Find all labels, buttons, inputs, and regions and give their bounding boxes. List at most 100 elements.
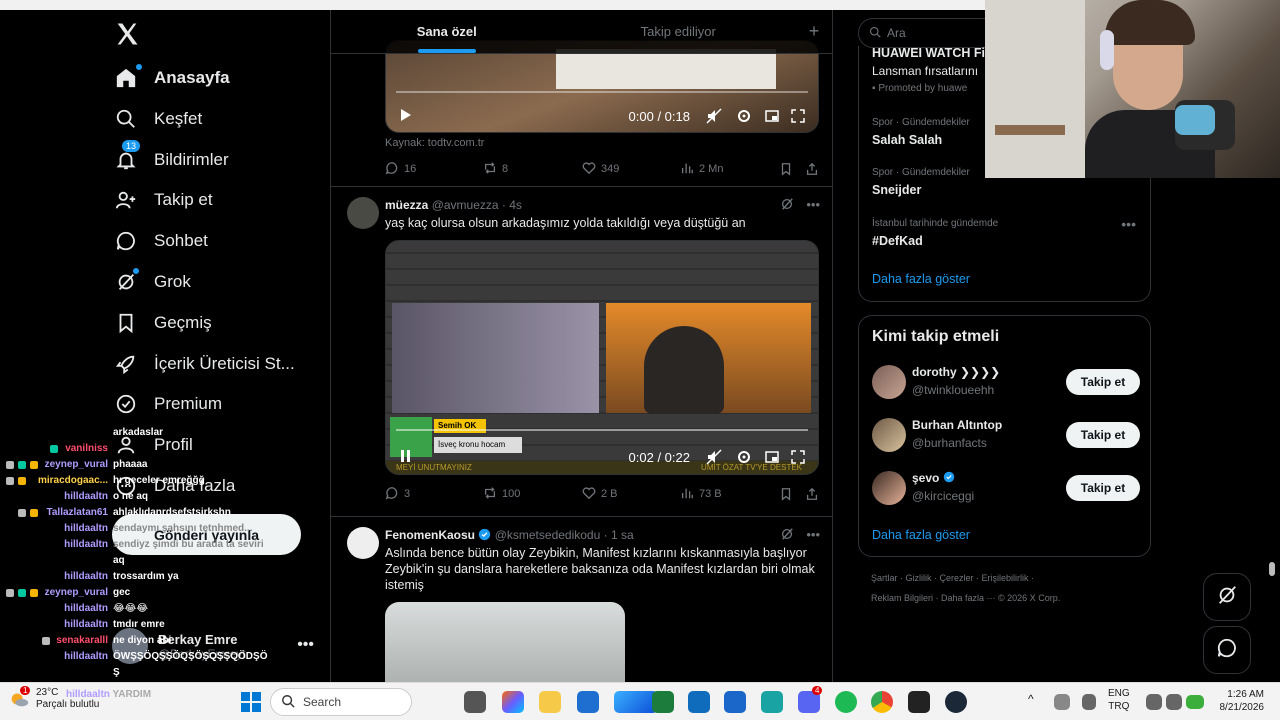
mute-icon[interactable] — [706, 449, 722, 465]
nav-notifications[interactable]: 13 Bildirimler — [112, 140, 229, 180]
discord-icon[interactable]: 4 — [798, 686, 823, 713]
taskbar-search[interactable]: Search — [270, 688, 412, 716]
more-dots-icon[interactable]: ••• — [1121, 216, 1136, 232]
author-name[interactable]: FenomenKaosu — [385, 528, 475, 542]
chat-line: zeynep_vural phaaaa — [0, 457, 310, 473]
share-button[interactable] — [805, 487, 819, 501]
add-tab-button[interactable]: + — [794, 10, 832, 53]
tray-icon[interactable] — [1054, 694, 1070, 710]
settings-icon[interactable] — [736, 108, 752, 124]
post-source[interactable]: Kaynak: todtv.com.tr — [385, 137, 484, 149]
follow-button[interactable]: Takip et — [1066, 369, 1140, 395]
follow-suggestion[interactable]: Burhan Altıntop @burhanfacts Takip et — [872, 415, 1140, 455]
tab-following[interactable]: Takip ediliyor — [563, 10, 795, 53]
bookmark-button[interactable] — [779, 162, 793, 176]
promo-title[interactable]: HUAWEI WATCH Fit — [872, 46, 989, 60]
chat-user: hilldaaltn — [66, 689, 110, 700]
grok-icon[interactable] — [780, 197, 794, 214]
settings-icon[interactable] — [736, 449, 752, 465]
views-button[interactable]: 2 Mn — [680, 161, 723, 178]
avatar[interactable] — [347, 197, 379, 229]
wifi-icon[interactable] — [1146, 694, 1162, 710]
share-button[interactable] — [805, 162, 819, 176]
like-button[interactable]: 2 B — [582, 486, 618, 503]
chat-message: sendaymı şahsını tetnhmed... — [113, 523, 253, 534]
footer-links-1[interactable]: Şartlar · Gizlilik · Çerezler · Erişileb… — [871, 573, 1034, 583]
play-icon[interactable] — [400, 108, 412, 125]
footer-links-2[interactable]: Reklam Bilgileri · Daha fazla ··· © 2026… — [871, 593, 1060, 603]
chevron-up-icon[interactable]: ^ — [1028, 693, 1034, 706]
outlook-icon[interactable] — [688, 691, 710, 713]
pip-icon[interactable] — [764, 449, 780, 465]
messages-floating-button[interactable] — [1203, 626, 1251, 674]
mute-icon[interactable] — [706, 108, 722, 124]
nav-explore[interactable]: Keşfet — [112, 99, 202, 139]
clock[interactable]: 1:26 AM 8/21/2026 — [1212, 688, 1265, 714]
author-handle[interactable]: @ksmetsededikodu — [495, 528, 601, 542]
video-progress[interactable] — [396, 91, 808, 93]
avatar[interactable] — [347, 527, 379, 559]
app-icon[interactable] — [761, 691, 783, 713]
nav-grok[interactable]: Grok — [112, 262, 191, 302]
pause-icon[interactable] — [400, 449, 412, 466]
excel-icon[interactable] — [652, 691, 674, 713]
more-dots-icon[interactable]: ••• — [806, 197, 820, 214]
like-button[interactable]: 349 — [582, 161, 619, 178]
webcam-shelf — [995, 125, 1065, 135]
views-button[interactable]: 73 B — [680, 486, 722, 503]
fullscreen-icon[interactable] — [790, 449, 806, 465]
copilot-icon[interactable] — [502, 691, 524, 713]
post-video[interactable]: Semih OK İsveç kronu hocam MEYİ UNUTMAYI… — [385, 240, 819, 475]
reply-button[interactable]: 16 — [385, 161, 416, 178]
x-logo-icon[interactable] — [113, 20, 141, 48]
video-progress[interactable] — [396, 429, 808, 431]
steam-icon[interactable] — [945, 691, 967, 713]
follow-button[interactable]: Takip et — [1066, 475, 1140, 501]
premium-icon — [112, 390, 140, 418]
post-3[interactable]: FenomenKaosu @ksmetsededikodu · 1 sa •••… — [331, 517, 832, 682]
speaker-figure — [644, 326, 724, 414]
follow-button[interactable]: Takip et — [1066, 422, 1140, 448]
volume-icon[interactable] — [1166, 694, 1182, 710]
chrome-icon[interactable] — [871, 691, 893, 713]
microphone-icon[interactable] — [1082, 694, 1096, 710]
windows-start-icon[interactable] — [240, 691, 262, 713]
reply-button[interactable]: 3 — [385, 486, 410, 503]
bookmark-button[interactable] — [779, 487, 793, 501]
follow-suggestion[interactable]: dorothy ❯❯❯❯ @twinkloueehh Takip et — [872, 362, 1140, 402]
repost-button[interactable]: 8 — [483, 161, 508, 178]
author-handle[interactable]: @avmuezza — [432, 198, 499, 212]
post-image[interactable] — [385, 602, 625, 682]
grok-floating-button[interactable] — [1203, 573, 1251, 621]
webcam-light — [1175, 105, 1215, 135]
show-more-follows[interactable]: Daha fazla göster — [872, 528, 970, 542]
spotify-icon[interactable] — [835, 691, 857, 713]
nav-premium[interactable]: Premium — [112, 384, 222, 424]
task-view-icon[interactable] — [464, 691, 486, 713]
reply-count: 3 — [404, 488, 411, 500]
follow-suggestion[interactable]: şevo @kirciceggi Takip et — [872, 468, 1140, 508]
show-more-trends[interactable]: Daha fazla göster — [872, 272, 970, 286]
author-name[interactable]: müezza — [385, 198, 428, 212]
search-box[interactable]: Ara — [858, 18, 998, 48]
nav-creator-studio[interactable]: İçerik Üreticisi St... — [112, 344, 295, 384]
repost-button[interactable]: 100 — [483, 486, 520, 503]
tab-for-you[interactable]: Sana özel — [331, 10, 563, 53]
language-indicator[interactable]: ENG TRQ — [1108, 687, 1130, 713]
app-icon[interactable] — [908, 691, 930, 713]
grok-icon[interactable] — [780, 527, 794, 544]
more-dots-icon[interactable]: ••• — [806, 527, 820, 544]
app-icon[interactable] — [724, 691, 746, 713]
nav-bookmarks[interactable]: Geçmiş — [112, 303, 212, 343]
chat-message: sendiyz şimdi bu arada ta seviri — [113, 539, 264, 550]
nav-follow[interactable]: Takip et — [112, 180, 213, 220]
post-2[interactable]: müezza @avmuezza · 4s ••• yaş kaç olursa… — [331, 187, 832, 517]
nav-home[interactable]: Anasayfa — [112, 58, 230, 98]
nav-chat[interactable]: Sohbet — [112, 221, 208, 261]
file-explorer-icon[interactable] — [539, 691, 561, 713]
fullscreen-icon[interactable] — [790, 108, 806, 124]
battery-icon[interactable] — [1186, 695, 1204, 709]
pip-icon[interactable] — [764, 108, 780, 124]
store-icon[interactable] — [577, 691, 599, 713]
scrollbar-thumb[interactable] — [1269, 562, 1275, 576]
